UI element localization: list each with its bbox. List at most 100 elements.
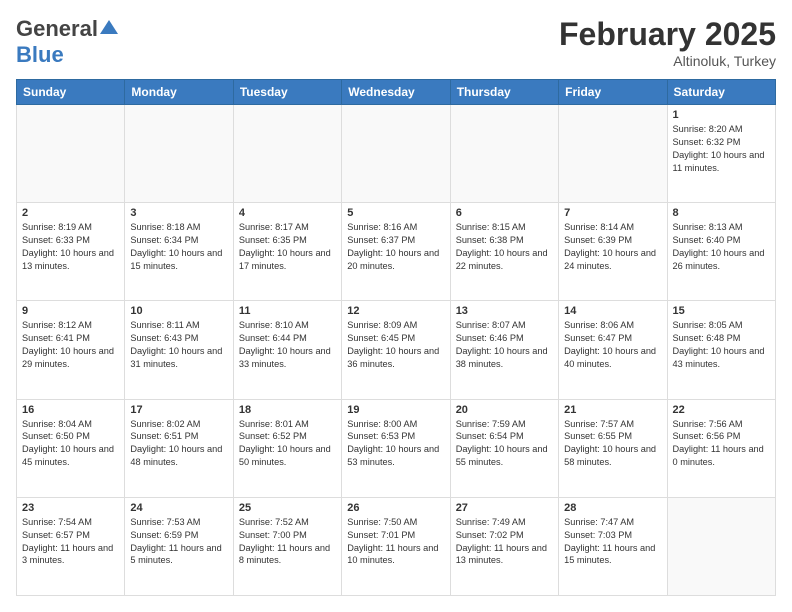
day-number: 23 (22, 502, 119, 514)
day-number: 1 (673, 109, 770, 121)
day-number: 16 (22, 404, 119, 416)
calendar-cell: 10 Sunrise: 8:11 AMSunset: 6:43 PMDayligh… (125, 301, 233, 399)
day-number: 10 (130, 305, 227, 317)
day-number: 4 (239, 207, 336, 219)
weekday-header: Sunday (17, 80, 125, 105)
day-info: Sunrise: 8:11 AMSunset: 6:43 PMDaylight:… (130, 319, 227, 371)
calendar-cell: 14 Sunrise: 8:06 AMSunset: 6:47 PMDayligh… (559, 301, 667, 399)
day-info: Sunrise: 8:02 AMSunset: 6:51 PMDaylight:… (130, 418, 227, 470)
day-number: 14 (564, 305, 661, 317)
calendar-cell (125, 105, 233, 203)
calendar-cell: 9Sunrise: 8:12 AMSunset: 6:41 PMDaylight… (17, 301, 125, 399)
calendar-cell: 13 Sunrise: 8:07 AMSunset: 6:46 PMDayligh… (450, 301, 558, 399)
day-info: Sunrise: 7:50 AMSunset: 7:01 PMDaylight:… (347, 516, 444, 568)
day-number: 13 (456, 305, 553, 317)
calendar-cell: 16 Sunrise: 8:04 AMSunset: 6:50 PMDayligh… (17, 399, 125, 497)
day-info: Sunrise: 8:07 AMSunset: 6:46 PMDaylight:… (456, 319, 553, 371)
day-info: Sunrise: 7:59 AMSunset: 6:54 PMDaylight:… (456, 418, 553, 470)
day-number: 21 (564, 404, 661, 416)
day-info: Sunrise: 8:17 AMSunset: 6:35 PMDaylight:… (239, 221, 336, 273)
logo: General Blue (16, 16, 118, 68)
calendar-cell (667, 497, 775, 595)
calendar-cell: 12 Sunrise: 8:09 AMSunset: 6:45 PMDayligh… (342, 301, 450, 399)
day-info: Sunrise: 8:05 AMSunset: 6:48 PMDaylight:… (673, 319, 770, 371)
calendar-cell: 27 Sunrise: 7:49 AMSunset: 7:02 PMDayligh… (450, 497, 558, 595)
calendar-cell (233, 105, 341, 203)
day-number: 15 (673, 305, 770, 317)
header: General Blue February 2025 Altinoluk, Tu… (16, 16, 776, 69)
calendar-cell (342, 105, 450, 203)
day-number: 22 (673, 404, 770, 416)
day-info: Sunrise: 8:06 AMSunset: 6:47 PMDaylight:… (564, 319, 661, 371)
day-number: 25 (239, 502, 336, 514)
day-number: 18 (239, 404, 336, 416)
calendar-location: Altinoluk, Turkey (559, 53, 776, 69)
calendar-cell: 22 Sunrise: 7:56 AMSunset: 6:56 PMDayligh… (667, 399, 775, 497)
calendar-cell: 17 Sunrise: 8:02 AMSunset: 6:51 PMDayligh… (125, 399, 233, 497)
day-info: Sunrise: 8:18 AMSunset: 6:34 PMDaylight:… (130, 221, 227, 273)
calendar-title: February 2025 (559, 16, 776, 53)
day-number: 24 (130, 502, 227, 514)
calendar-cell: 19 Sunrise: 8:00 AMSunset: 6:53 PMDayligh… (342, 399, 450, 497)
day-info: Sunrise: 7:52 AMSunset: 7:00 PMDaylight:… (239, 516, 336, 568)
calendar-cell: 6 Sunrise: 8:15 AMSunset: 6:38 PMDaylight… (450, 203, 558, 301)
day-number: 5 (347, 207, 444, 219)
day-info: Sunrise: 8:00 AMSunset: 6:53 PMDaylight:… (347, 418, 444, 470)
day-number: 26 (347, 502, 444, 514)
day-number: 6 (456, 207, 553, 219)
day-number: 17 (130, 404, 227, 416)
day-number: 11 (239, 305, 336, 317)
day-info: Sunrise: 7:54 AMSunset: 6:57 PMDaylight:… (22, 516, 119, 568)
weekday-header: Monday (125, 80, 233, 105)
title-block: February 2025 Altinoluk, Turkey (559, 16, 776, 69)
day-info: Sunrise: 8:20 AMSunset: 6:32 PMDaylight:… (673, 123, 770, 175)
day-number: 20 (456, 404, 553, 416)
calendar-cell (450, 105, 558, 203)
day-info: Sunrise: 8:19 AMSunset: 6:33 PMDaylight:… (22, 221, 119, 273)
calendar-cell: 28 Sunrise: 7:47 AMSunset: 7:03 PMDayligh… (559, 497, 667, 595)
day-number: 27 (456, 502, 553, 514)
day-info: Sunrise: 7:53 AMSunset: 6:59 PMDaylight:… (130, 516, 227, 568)
day-info: Sunrise: 8:01 AMSunset: 6:52 PMDaylight:… (239, 418, 336, 470)
day-number: 12 (347, 305, 444, 317)
day-info: Sunrise: 7:57 AMSunset: 6:55 PMDaylight:… (564, 418, 661, 470)
logo-icon (100, 18, 118, 36)
calendar-cell: 8 Sunrise: 8:13 AMSunset: 6:40 PMDaylight… (667, 203, 775, 301)
day-info: Sunrise: 8:04 AMSunset: 6:50 PMDaylight:… (22, 418, 119, 470)
day-number: 8 (673, 207, 770, 219)
day-info: Sunrise: 7:49 AMSunset: 7:02 PMDaylight:… (456, 516, 553, 568)
day-info: Sunrise: 7:56 AMSunset: 6:56 PMDaylight:… (673, 418, 770, 470)
day-number: 2 (22, 207, 119, 219)
calendar-table: SundayMondayTuesdayWednesdayThursdayFrid… (16, 79, 776, 596)
calendar-cell: 25 Sunrise: 7:52 AMSunset: 7:00 PMDayligh… (233, 497, 341, 595)
calendar-cell: 5 Sunrise: 8:16 AMSunset: 6:37 PMDaylight… (342, 203, 450, 301)
logo-blue: Blue (16, 42, 64, 67)
calendar-cell: 23 Sunrise: 7:54 AMSunset: 6:57 PMDayligh… (17, 497, 125, 595)
calendar-cell: 18 Sunrise: 8:01 AMSunset: 6:52 PMDayligh… (233, 399, 341, 497)
day-info: Sunrise: 8:15 AMSunset: 6:38 PMDaylight:… (456, 221, 553, 273)
calendar-cell: 24 Sunrise: 7:53 AMSunset: 6:59 PMDayligh… (125, 497, 233, 595)
calendar-cell: 20 Sunrise: 7:59 AMSunset: 6:54 PMDayligh… (450, 399, 558, 497)
page: General Blue February 2025 Altinoluk, Tu… (0, 0, 792, 612)
calendar-cell: 15 Sunrise: 8:05 AMSunset: 6:48 PMDayligh… (667, 301, 775, 399)
calendar-cell: 7Sunrise: 8:14 AMSunset: 6:39 PMDaylight… (559, 203, 667, 301)
weekday-header: Thursday (450, 80, 558, 105)
day-info: Sunrise: 8:13 AMSunset: 6:40 PMDaylight:… (673, 221, 770, 273)
calendar-cell: 3Sunrise: 8:18 AMSunset: 6:34 PMDaylight… (125, 203, 233, 301)
weekday-header: Friday (559, 80, 667, 105)
calendar-cell: 11 Sunrise: 8:10 AMSunset: 6:44 PMDayligh… (233, 301, 341, 399)
day-info: Sunrise: 8:10 AMSunset: 6:44 PMDaylight:… (239, 319, 336, 371)
day-info: Sunrise: 8:16 AMSunset: 6:37 PMDaylight:… (347, 221, 444, 273)
calendar-cell: 1 Sunrise: 8:20 AMSunset: 6:32 PMDaylight… (667, 105, 775, 203)
day-info: Sunrise: 7:47 AMSunset: 7:03 PMDaylight:… (564, 516, 661, 568)
day-info: Sunrise: 8:14 AMSunset: 6:39 PMDaylight:… (564, 221, 661, 273)
day-number: 28 (564, 502, 661, 514)
weekday-header: Wednesday (342, 80, 450, 105)
weekday-header: Saturday (667, 80, 775, 105)
day-info: Sunrise: 8:12 AMSunset: 6:41 PMDaylight:… (22, 319, 119, 371)
day-info: Sunrise: 8:09 AMSunset: 6:45 PMDaylight:… (347, 319, 444, 371)
calendar-cell (559, 105, 667, 203)
calendar-cell: 2 Sunrise: 8:19 AMSunset: 6:33 PMDaylight… (17, 203, 125, 301)
weekday-header: Tuesday (233, 80, 341, 105)
day-number: 19 (347, 404, 444, 416)
